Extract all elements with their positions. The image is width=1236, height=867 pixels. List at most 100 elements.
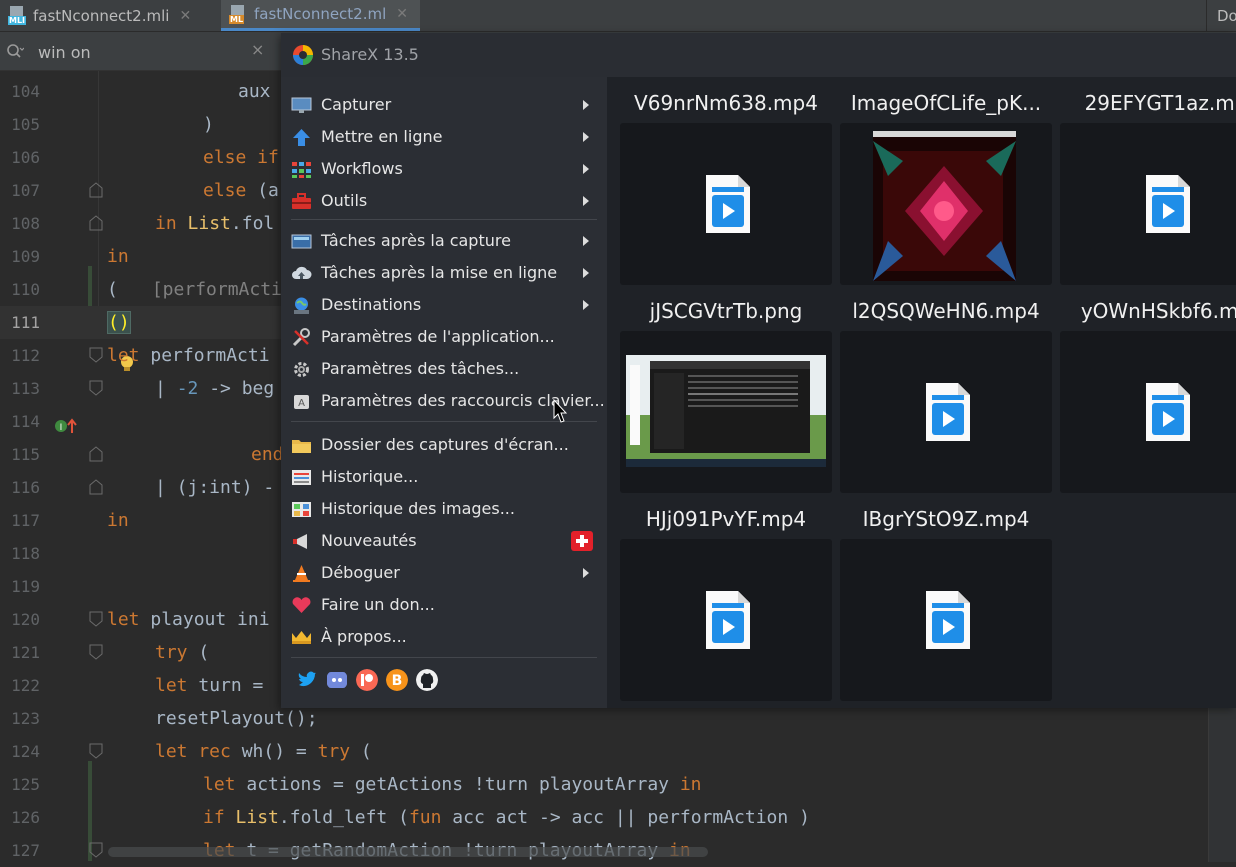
discord-icon[interactable] <box>326 669 348 691</box>
menu-item-app-settings[interactable]: Paramètres de l'application... <box>281 321 607 353</box>
ocaml-file-icon: ML <box>229 4 248 24</box>
traffic-cone-icon <box>293 565 310 582</box>
menu-item-debug[interactable]: Déboguer <box>281 557 607 589</box>
menu-item-after-upload[interactable]: Tâches après la mise en ligne <box>281 257 607 289</box>
sharex-window: ShareX 13.5 Capturer Mettre en ligne Wor… <box>281 33 1236 708</box>
menu-item-workflows[interactable]: Workflows <box>281 153 607 185</box>
line-number: 122 <box>11 676 40 695</box>
submenu-arrow-icon <box>583 100 589 110</box>
code-line: 124 let rec wh() = try ( <box>0 735 1236 768</box>
tab-label: fastNconnect2.mli <box>33 6 170 25</box>
menu-item-donate[interactable]: Faire un don... <box>281 589 607 621</box>
sharex-logo-icon <box>293 45 313 65</box>
menu-item-about[interactable]: À propos... <box>281 621 607 653</box>
globe-icon <box>294 297 309 314</box>
thumbnail-preview[interactable] <box>1060 123 1236 285</box>
svg-text:B: B <box>392 673 403 689</box>
fold-marker-icon[interactable] <box>89 215 103 231</box>
image-task-icon <box>291 234 312 249</box>
twitter-icon[interactable] <box>296 669 318 691</box>
thumbnail-filename: jJSCGVtrTb.png <box>649 299 803 323</box>
menu-item-history[interactable]: Historique... <box>281 461 607 493</box>
line-number: 108 <box>11 214 40 233</box>
patreon-icon[interactable] <box>356 669 378 691</box>
line-number: 127 <box>11 841 40 860</box>
horizontal-scrollbar[interactable] <box>108 847 708 857</box>
screenshot-image-preview <box>626 355 826 467</box>
close-tab-icon[interactable]: ✕ <box>396 6 408 22</box>
menu-item-after-capture[interactable]: Tâches après la capture <box>281 225 607 257</box>
fold-marker-icon[interactable] <box>89 479 103 495</box>
menu-item-destinations[interactable]: Destinations <box>281 289 607 321</box>
line-number: 116 <box>11 478 40 497</box>
svg-text:A: A <box>298 398 305 409</box>
tab-partial[interactable]: Do <box>1206 0 1236 31</box>
upload-arrow-icon <box>293 129 310 146</box>
sharex-titlebar[interactable]: ShareX 13.5 <box>281 33 1236 77</box>
close-tab-icon[interactable]: ✕ <box>179 8 191 24</box>
menu-separator <box>291 421 597 422</box>
fold-marker-icon[interactable] <box>89 182 103 198</box>
fold-marker-icon[interactable] <box>89 446 103 462</box>
menu-item-screenshots-folder[interactable]: Dossier des captures d'écran... <box>281 429 607 461</box>
thumbnail-item[interactable]: 29EFYGT1az.mp <box>1060 85 1236 285</box>
thumbnail-item[interactable]: IBgrYStO9Z.mp4 <box>840 501 1052 701</box>
gear-icon <box>294 362 309 377</box>
fold-marker-icon[interactable] <box>89 380 103 396</box>
editor-tab-bar: MLI fastNconnect2.mli ✕ ML fastNconnect2… <box>0 0 1236 32</box>
search-icon[interactable] <box>6 43 24 59</box>
menu-item-outils[interactable]: Outils <box>281 185 607 217</box>
thumbnail-item[interactable]: jJSCGVtrTb.png <box>620 293 832 493</box>
thumbnail-preview[interactable] <box>840 123 1052 285</box>
fractal-image-preview <box>873 131 1016 281</box>
history-list-icon <box>292 470 311 485</box>
tab-fastnconnect2-mli[interactable]: MLI fastNconnect2.mli ✕ <box>0 0 218 31</box>
image-history-icon <box>292 502 311 517</box>
thumbnail-preview[interactable] <box>1060 331 1236 493</box>
menu-item-news[interactable]: Nouveautés <box>281 525 607 557</box>
line-number: 115 <box>11 445 40 464</box>
toolbox-icon <box>292 193 311 209</box>
fold-marker-icon[interactable] <box>89 611 103 627</box>
thumbnail-preview[interactable] <box>840 331 1052 493</box>
clear-search-icon[interactable]: × <box>251 40 264 59</box>
thumbnail-item[interactable]: yOWnHSkbf6.mp <box>1060 293 1236 493</box>
line-number: 119 <box>11 577 40 596</box>
video-file-icon <box>926 591 970 649</box>
menu-item-upload[interactable]: Mettre en ligne <box>281 121 607 153</box>
fold-marker-icon[interactable] <box>89 644 103 660</box>
thumbnail-filename: IBgrYStO9Z.mp4 <box>862 507 1030 531</box>
thumbnail-filename: l2QSQWeHN6.mp4 <box>852 299 1040 323</box>
search-input[interactable] <box>36 40 240 64</box>
thumbnail-item[interactable]: V69nrNm638.mp4 <box>620 85 832 285</box>
fold-marker-icon[interactable] <box>89 743 103 759</box>
thumbnail-preview[interactable] <box>840 539 1052 701</box>
thumbnail-preview[interactable] <box>620 539 832 701</box>
thumbnail-filename: V69nrNm638.mp4 <box>634 91 818 115</box>
submenu-arrow-icon <box>583 236 589 246</box>
folder-icon <box>292 440 311 453</box>
bitcoin-icon[interactable]: B <box>386 669 408 691</box>
thumbnail-preview[interactable] <box>620 331 832 493</box>
video-file-icon <box>926 383 970 441</box>
menu-item-task-settings[interactable]: Paramètres des tâches... <box>281 353 607 385</box>
thumbnail-preview[interactable] <box>620 123 832 285</box>
line-number: 118 <box>11 544 40 563</box>
tab-fastnconnect2-ml[interactable]: ML fastNconnect2.ml ✕ <box>221 0 421 31</box>
sharex-main-menu: Capturer Mettre en ligne Workflows Outil… <box>281 77 607 708</box>
thumbnail-item[interactable]: l2QSQWeHN6.mp4 <box>840 293 1052 493</box>
menu-item-image-history[interactable]: Historique des images... <box>281 493 607 525</box>
fold-marker-icon[interactable] <box>89 347 103 363</box>
thumbnail-filename: 29EFYGT1az.mp <box>1084 91 1236 115</box>
thumbnail-item[interactable]: HJj091PvYF.mp4 <box>620 501 832 701</box>
line-number: 126 <box>11 808 40 827</box>
thumbnail-filename: HJj091PvYF.mp4 <box>645 507 807 531</box>
menu-item-capturer[interactable]: Capturer <box>281 89 607 121</box>
thumbnail-item[interactable]: ImageOfCLife_pK... <box>840 85 1052 285</box>
submenu-arrow-icon <box>583 132 589 142</box>
video-file-icon <box>706 591 750 649</box>
submenu-arrow-icon <box>583 568 589 578</box>
fold-marker-icon[interactable] <box>89 842 103 858</box>
github-icon[interactable] <box>416 669 438 691</box>
line-number: 124 <box>11 742 40 761</box>
